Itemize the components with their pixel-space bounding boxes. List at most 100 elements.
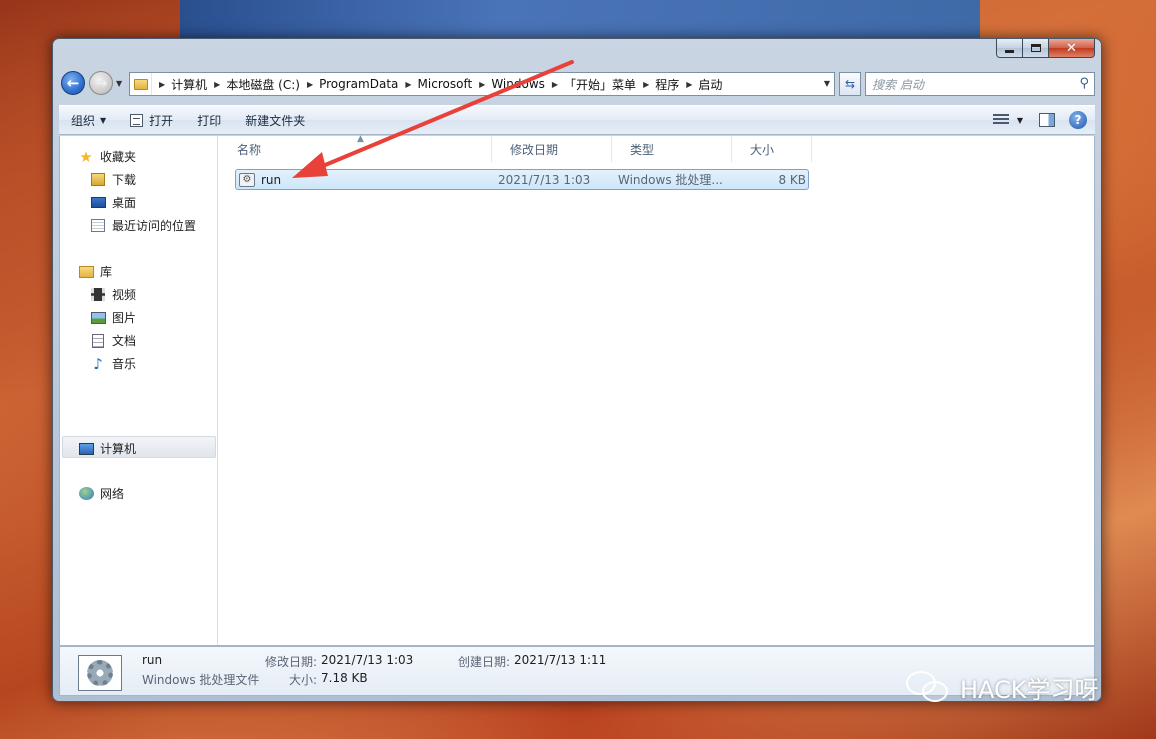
main-content: ★ 收藏夹 下载 桌面 最近访问的位置 库 视频 图片 文档 ♪ 音乐 计算机 … (59, 134, 1095, 646)
nav-computer[interactable]: 计算机 (78, 440, 136, 457)
forward-button[interactable]: → (89, 71, 113, 95)
open-icon (130, 113, 144, 127)
nav-music[interactable]: ♪ 音乐 (90, 354, 136, 373)
file-type: Windows 批处理... (618, 173, 723, 187)
desktop-icon (90, 195, 106, 211)
column-header-type[interactable]: 类型 (612, 136, 732, 162)
breadcrumb-start-menu[interactable]: 「开始」菜单 (564, 76, 636, 93)
breadcrumb-startup[interactable]: 启动 (698, 76, 722, 93)
navigation-pane: ★ 收藏夹 下载 桌面 最近访问的位置 库 视频 图片 文档 ♪ 音乐 计算机 … (60, 136, 218, 645)
address-bar[interactable]: ▶ 计算机 ▶ 本地磁盘 (C:) ▶ ProgramData ▶ Micros… (129, 72, 835, 96)
caption-buttons: ✕ (996, 39, 1095, 58)
network-icon (78, 486, 94, 502)
breadcrumb-local-disk[interactable]: 本地磁盘 (C:) (226, 76, 300, 93)
nav-videos[interactable]: 视频 (90, 286, 136, 303)
new-folder-label: 新建文件夹 (245, 113, 306, 128)
file-modified: 2021/7/13 1:03 (498, 172, 591, 187)
column-header-size[interactable]: 大小 (732, 136, 812, 162)
file-row-run[interactable]: ⚙ run 2021/7/13 1:03 Windows 批处理... 8 KB (235, 169, 809, 190)
view-options-dropdown-icon[interactable]: ▼ (1017, 116, 1023, 125)
print-button[interactable]: 打印 (185, 106, 233, 134)
batch-file-icon: ⚙ (239, 172, 255, 187)
recent-places-icon (90, 218, 106, 234)
breadcrumb-separator-icon[interactable]: ▶ (472, 80, 491, 89)
videos-icon (90, 287, 106, 303)
pictures-icon (90, 310, 106, 326)
breadcrumb-computer[interactable]: 计算机 (171, 76, 207, 93)
preview-pane-icon[interactable] (1039, 113, 1055, 127)
open-button[interactable]: 打开 (118, 106, 185, 134)
watermark-text: HACK学习呀 (960, 676, 1099, 704)
search-icon[interactable]: ⚲ (1079, 76, 1089, 91)
file-size: 8 KB (778, 172, 806, 187)
nav-recent-places[interactable]: 最近访问的位置 (90, 217, 196, 234)
music-icon: ♪ (93, 354, 103, 373)
file-list-pane: ▲ 名称 修改日期 类型 大小 ⚙ run 2021/7/13 1:03 Win… (219, 134, 1094, 645)
help-icon[interactable]: ? (1069, 111, 1087, 129)
breadcrumb-windows[interactable]: Windows (491, 77, 545, 91)
nav-desktop[interactable]: 桌面 (90, 194, 136, 211)
details-file-name: run (142, 653, 163, 667)
maximize-icon (1030, 44, 1041, 52)
maximize-button[interactable] (1023, 39, 1049, 58)
batch-file-large-icon (78, 655, 122, 691)
navigation-row: ← → ▼ ▶ 计算机 ▶ 本地磁盘 (C:) ▶ ProgramData ▶ … (61, 69, 1095, 99)
explorer-window: ✕ ← → ▼ ▶ 计算机 ▶ 本地磁盘 (C:) ▶ ProgramData … (52, 38, 1102, 702)
breadcrumb: ▶ 计算机 ▶ 本地磁盘 (C:) ▶ ProgramData ▶ Micros… (152, 73, 722, 95)
breadcrumb-separator-icon[interactable]: ▶ (207, 80, 226, 89)
forward-arrow-icon: → (94, 74, 108, 92)
column-name-label: 名称 (237, 142, 262, 157)
breadcrumb-separator-icon[interactable]: ▶ (398, 80, 417, 89)
breadcrumb-programs[interactable]: 程序 (655, 76, 679, 93)
breadcrumb-microsoft[interactable]: Microsoft (418, 77, 473, 91)
libraries-icon (78, 264, 94, 280)
close-button[interactable]: ✕ (1049, 39, 1095, 58)
nav-documents[interactable]: 文档 (90, 332, 136, 349)
print-label: 打印 (197, 113, 222, 128)
open-label: 打开 (149, 113, 174, 128)
change-view-icon[interactable] (992, 114, 1009, 126)
nav-favorites[interactable]: ★ 收藏夹 (78, 148, 136, 166)
details-size-label: 大小: (289, 673, 318, 687)
details-modified-label: 修改日期: (265, 655, 318, 669)
minimize-button[interactable] (996, 39, 1023, 58)
organize-label: 组织 (71, 113, 96, 128)
nav-libraries-label: 库 (100, 265, 113, 279)
view-controls: ▼ ? (992, 111, 1095, 129)
details-size-value: 7.18 KB (321, 671, 368, 685)
organize-button[interactable]: 组织 ▼ (59, 106, 118, 134)
breadcrumb-separator-icon[interactable]: ▶ (636, 80, 655, 89)
details-created-value: 2021/7/13 1:11 (514, 653, 607, 667)
search-input[interactable]: 搜索 启动 ⚲ (865, 72, 1095, 96)
nav-pictures-label: 图片 (112, 311, 137, 325)
close-icon: ✕ (1066, 40, 1077, 56)
details-created-label: 创建日期: (458, 655, 511, 669)
new-folder-button[interactable]: 新建文件夹 (233, 106, 317, 134)
column-header-name[interactable]: 名称 (219, 136, 492, 162)
refresh-button[interactable]: ⇆ (839, 72, 861, 96)
details-modified-value: 2021/7/13 1:03 (321, 653, 414, 667)
breadcrumb-separator-icon[interactable]: ▶ (152, 80, 171, 89)
breadcrumb-separator-icon[interactable]: ▶ (679, 80, 698, 89)
details-file-type: Windows 批处理文件 (142, 673, 260, 687)
address-dropdown-icon[interactable]: ▼ (824, 79, 830, 88)
nav-network[interactable]: 网络 (78, 485, 124, 502)
nav-computer-label: 计算机 (100, 442, 137, 456)
column-header-modified[interactable]: 修改日期 (492, 136, 612, 162)
breadcrumb-programdata[interactable]: ProgramData (319, 77, 398, 91)
nav-documents-label: 文档 (112, 334, 137, 348)
nav-desktop-label: 桌面 (112, 196, 137, 210)
search-placeholder: 搜索 启动 (872, 77, 924, 92)
breadcrumb-separator-icon[interactable]: ▶ (545, 80, 564, 89)
back-button[interactable]: ← (61, 71, 85, 95)
nav-libraries[interactable]: 库 (78, 263, 112, 280)
address-folder-icon (130, 73, 152, 95)
nav-pictures[interactable]: 图片 (90, 309, 136, 326)
back-arrow-icon: ← (66, 74, 80, 92)
breadcrumb-separator-icon[interactable]: ▶ (300, 80, 319, 89)
nav-downloads[interactable]: 下载 (90, 171, 136, 188)
command-bar: 组织 ▼ 打开 打印 新建文件夹 ▼ ? (59, 105, 1095, 135)
nav-network-label: 网络 (100, 487, 125, 501)
column-modified-label: 修改日期 (510, 142, 559, 157)
recent-pages-dropdown-icon[interactable]: ▼ (116, 79, 122, 88)
